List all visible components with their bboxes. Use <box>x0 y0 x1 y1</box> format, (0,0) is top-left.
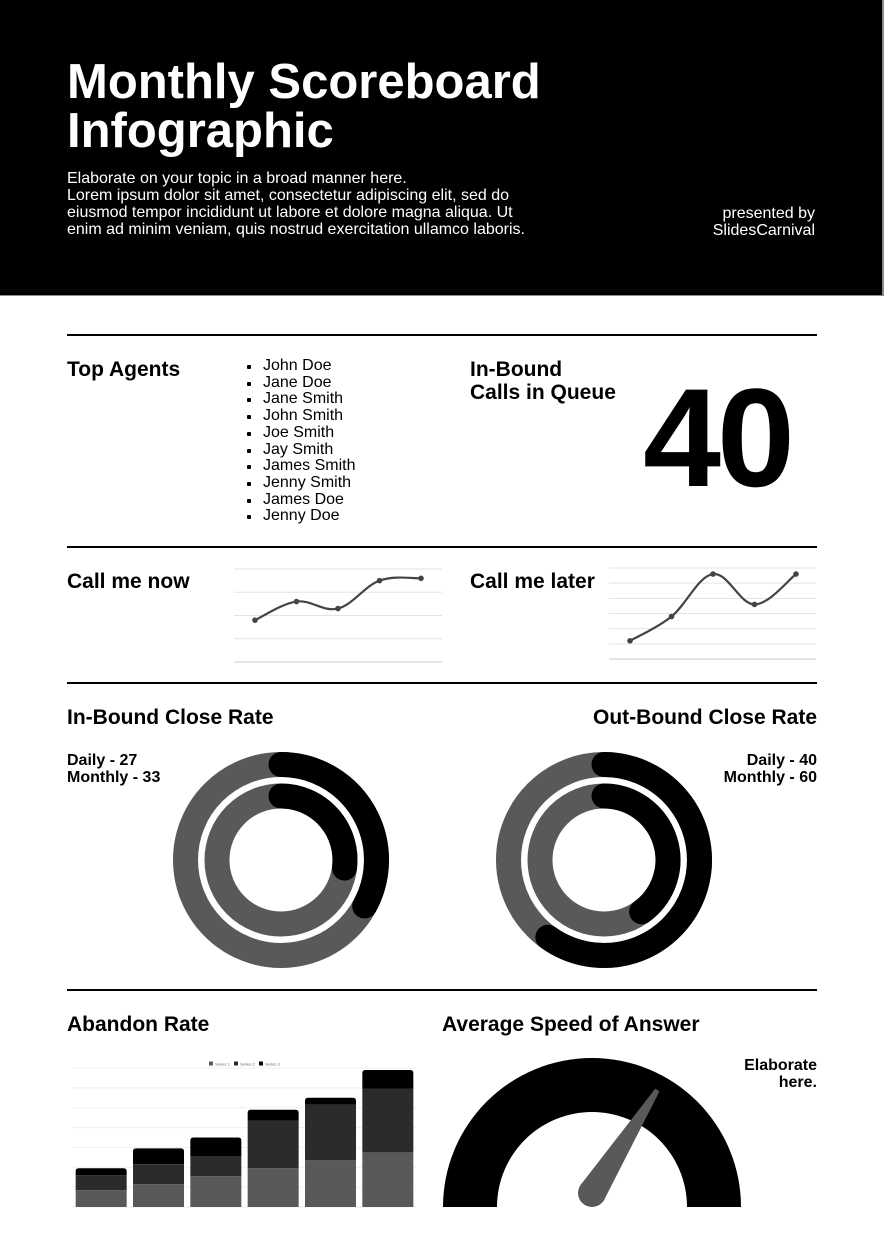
bar-segment-series-3 <box>247 1109 299 1121</box>
abandon-rate-chart: Series 1 Series 2 Series 3 <box>72 1061 416 1208</box>
data-point <box>627 638 633 644</box>
call_me_now-chart <box>234 568 442 663</box>
call_me_later-chart <box>609 567 816 660</box>
series-line <box>254 576 422 622</box>
bar-segment-series-2 <box>305 1104 356 1161</box>
inbound_close_rate-chart <box>173 752 389 968</box>
daily-progress-arc <box>591 783 681 925</box>
legend-label: Series 1 <box>215 1061 230 1066</box>
bar-segment-series-2 <box>190 1156 242 1177</box>
daily-progress-arc <box>268 783 358 881</box>
outbound_close_rate-chart <box>496 752 712 968</box>
bar-segment-series-1 <box>133 1184 184 1207</box>
charts-layer: Series 1 Series 2 Series 3 <box>72 567 816 1208</box>
bar-segment-series-1 <box>362 1152 414 1207</box>
data-point <box>751 601 758 608</box>
bar-segment-series-2 <box>75 1175 127 1191</box>
bar-segment-series-1 <box>247 1168 299 1207</box>
bar-segment-series-2 <box>247 1120 299 1169</box>
bar-segment-series-3 <box>305 1097 356 1105</box>
bar-segment-series-2 <box>362 1088 414 1153</box>
data-point <box>668 613 675 620</box>
bar-segment-series-1 <box>75 1190 127 1207</box>
bar-segment-series-1 <box>190 1176 242 1207</box>
bar-segment-series-3 <box>362 1069 414 1089</box>
series-line <box>629 572 797 642</box>
chart-legend: Series 1 Series 2 Series 3 <box>209 1061 280 1066</box>
legend-label: Series 3 <box>265 1061 280 1066</box>
gauge-needle-hub <box>578 1179 606 1207</box>
legend-swatch <box>259 1061 263 1066</box>
data-point <box>293 598 300 605</box>
data-point <box>335 605 341 612</box>
avg-speed-gauge <box>443 1058 741 1207</box>
bar-segment-series-3 <box>75 1168 127 1176</box>
legend-swatch <box>234 1061 238 1066</box>
legend-swatch <box>209 1061 213 1066</box>
legend-label: Series 2 <box>240 1061 255 1066</box>
bar-segment-series-3 <box>133 1148 184 1165</box>
data-point <box>793 571 799 577</box>
data-point <box>252 617 258 623</box>
bar-segment-series-2 <box>133 1164 184 1185</box>
bar-segment-series-1 <box>305 1160 356 1207</box>
data-point <box>418 575 424 582</box>
data-point <box>710 571 716 577</box>
data-point <box>376 577 383 584</box>
bar-segment-series-3 <box>190 1137 242 1157</box>
